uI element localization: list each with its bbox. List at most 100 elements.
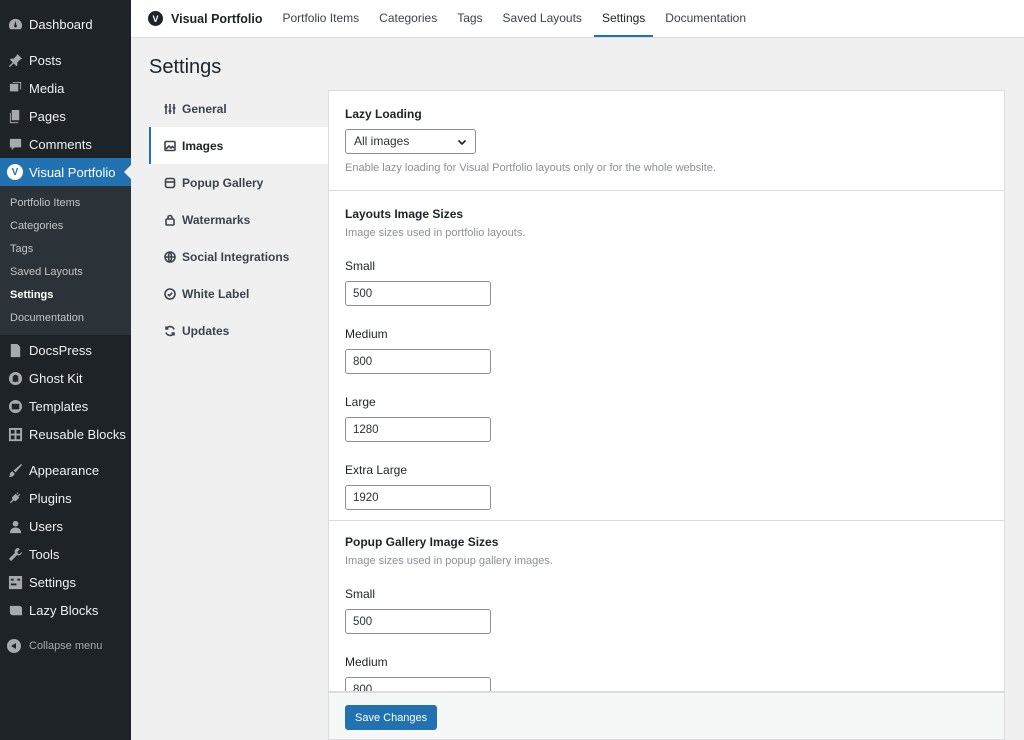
wrench-icon (7, 546, 23, 562)
layouts-image-sizes-section: Layouts Image Sizes Image sizes used in … (329, 191, 1004, 521)
settings-tab-label: Updates (182, 323, 230, 338)
menu-label: Tools (29, 546, 60, 562)
lazy-loading-label: Lazy Loading (345, 107, 422, 121)
plug-icon (7, 490, 23, 506)
settings-tab-label: Popup Gallery (182, 175, 264, 190)
settings-tab-social-integrations[interactable]: Social Integrations (149, 238, 329, 275)
menu-item-comments[interactable]: Comments (0, 130, 131, 158)
brand-name: Visual Portfolio (171, 11, 263, 26)
settings-icon (7, 574, 23, 590)
dashboard-icon (7, 16, 23, 32)
menu-item-tools[interactable]: Tools (0, 540, 131, 568)
lazy-blocks-icon (7, 602, 23, 618)
menu-item-posts[interactable]: Posts (0, 46, 131, 74)
menu-label: Comments (29, 136, 92, 152)
collapse-label: Collapse menu (29, 640, 103, 652)
popup-small-input[interactable] (345, 609, 491, 634)
nav-tab-tags[interactable]: Tags (449, 0, 490, 37)
submenu-item-saved-layouts[interactable]: Saved Layouts (0, 261, 131, 284)
user-icon (7, 518, 23, 534)
nav-tab-saved-layouts[interactable]: Saved Layouts (495, 0, 590, 37)
menu-item-dashboard[interactable]: Dashboard (0, 10, 131, 38)
settings-tab-white-label[interactable]: White Label (149, 275, 329, 312)
layouts-medium-input[interactable] (345, 349, 491, 374)
menu-label: Plugins (29, 490, 72, 506)
nav-tab-portfolio-items[interactable]: Portfolio Items (274, 0, 367, 37)
nav-tab-documentation[interactable]: Documentation (657, 0, 754, 37)
section-help: Image sizes used in portfolio layouts. (345, 227, 526, 239)
menu-item-users[interactable]: Users (0, 512, 131, 540)
visual-portfolio-logo-icon: V (148, 11, 163, 26)
templates-icon (7, 398, 23, 414)
submenu-item-portfolio-items[interactable]: Portfolio Items (0, 192, 131, 215)
size-field-small: Small (345, 259, 988, 306)
settings-tab-label: White Label (182, 286, 250, 301)
menu-item-lazy-blocks[interactable]: Lazy Blocks (0, 596, 131, 624)
settings-tab-images[interactable]: Images (149, 127, 329, 164)
settings-tab-label: Images (182, 138, 224, 153)
chevron-down-icon (457, 136, 467, 146)
menu-item-settings[interactable]: Settings (0, 568, 131, 596)
menu-item-visual-portfolio[interactable]: V Visual Portfolio (0, 158, 131, 186)
menu-label: Templates (29, 398, 89, 414)
save-changes-button[interactable]: Save Changes (345, 705, 438, 730)
visual-portfolio-submenu: Portfolio Items Categories Tags Saved La… (0, 186, 131, 335)
field-label: Extra Large (345, 463, 408, 477)
menu-item-media[interactable]: Media (0, 74, 131, 102)
size-field-medium: Medium (345, 655, 988, 691)
popup-gallery-image-sizes-section: Popup Gallery Image Sizes Image sizes us… (329, 521, 1004, 691)
menu-label: Users (29, 518, 63, 534)
comment-icon (7, 136, 23, 152)
menu-item-pages[interactable]: Pages (0, 102, 131, 130)
plugin-brand[interactable]: V Visual Portfolio (131, 0, 272, 37)
globe-icon (164, 250, 176, 263)
lazy-loading-help: Enable lazy loading for Visual Portfolio… (345, 162, 716, 174)
docs-icon (7, 342, 23, 358)
field-label: Medium (345, 655, 388, 669)
settings-tab-general[interactable]: General (149, 90, 329, 127)
layouts-small-input[interactable] (345, 281, 491, 306)
field-label: Medium (345, 327, 388, 341)
submenu-item-categories[interactable]: Categories (0, 215, 131, 238)
field-label: Small (345, 259, 376, 273)
settings-tab-label: Watermarks (182, 212, 251, 227)
lock-icon (164, 214, 176, 226)
popup-medium-input[interactable] (345, 677, 491, 691)
menu-item-reusable-blocks[interactable]: Reusable Blocks (0, 420, 131, 448)
check-circle-icon (164, 287, 176, 300)
lazy-loading-selected-value: All images (354, 134, 410, 148)
menu-label: Posts (29, 52, 62, 68)
size-field-small: Small (345, 587, 988, 634)
menu-item-appearance[interactable]: Appearance (0, 456, 131, 484)
nav-tab-settings[interactable]: Settings (593, 0, 654, 37)
menu-item-plugins[interactable]: Plugins (0, 484, 131, 512)
settings-tab-updates[interactable]: Updates (149, 312, 329, 349)
section-help: Image sizes used in popup gallery images… (345, 555, 553, 567)
menu-label: Appearance (29, 462, 100, 478)
lazy-loading-select[interactable]: All images (345, 129, 476, 154)
settings-tab-watermarks[interactable]: Watermarks (149, 201, 329, 238)
menu-label: Lazy Blocks (29, 602, 99, 618)
ghost-icon (7, 370, 23, 386)
submenu-item-documentation[interactable]: Documentation (0, 307, 131, 330)
settings-tab-label: Social Integrations (182, 249, 290, 264)
submenu-item-settings[interactable]: Settings (0, 284, 131, 307)
section-title: Popup Gallery Image Sizes (345, 535, 499, 549)
menu-item-templates[interactable]: Templates (0, 392, 131, 420)
collapse-menu-button[interactable]: Collapse menu (0, 632, 131, 660)
menu-label: Settings (29, 574, 76, 590)
blocks-icon (7, 426, 23, 442)
nav-tab-categories[interactable]: Categories (371, 0, 445, 37)
settings-tabs: General Images Popup Gallery Watermarks … (149, 90, 329, 349)
menu-item-ghost-kit[interactable]: Ghost Kit (0, 364, 131, 392)
layouts-large-input[interactable] (345, 417, 491, 442)
menu-label: DocsPress (29, 342, 92, 358)
settings-tab-popup-gallery[interactable]: Popup Gallery (149, 164, 329, 201)
submenu-item-tags[interactable]: Tags (0, 238, 131, 261)
menu-label: Reusable Blocks (29, 426, 126, 442)
settings-panel: Lazy Loading All images Enable lazy load… (328, 90, 1005, 692)
menu-item-docspress[interactable]: DocsPress (0, 336, 131, 364)
size-field-medium: Medium (345, 327, 988, 374)
menu-label: Dashboard (29, 16, 93, 32)
layouts-extra-large-input[interactable] (345, 485, 491, 510)
